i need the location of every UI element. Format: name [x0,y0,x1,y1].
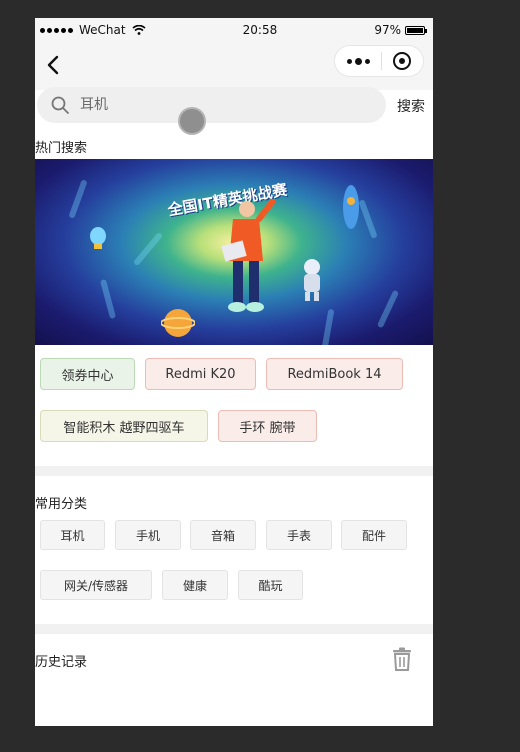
trash-icon[interactable] [392,647,412,671]
battery-indicator: 97% [374,23,427,37]
search-box[interactable] [37,87,386,123]
rocket-decoration [343,185,359,229]
status-left: WeChat [40,23,146,37]
category-item[interactable]: 手表 [266,520,332,550]
runner-illustration [221,199,275,312]
mini-program-capsule [334,45,424,77]
wifi-icon [132,25,146,35]
category-item[interactable]: 耳机 [40,520,105,550]
more-dots-icon[interactable] [347,57,370,65]
category-item[interactable]: 配件 [341,520,407,550]
search-input[interactable] [78,96,282,114]
search-row: 搜索 [35,87,433,123]
signal-dots-icon [40,27,73,33]
categories-title: 常用分类 [35,497,88,512]
promo-banner[interactable]: 全国IT精英挑战赛 [35,159,433,345]
status-time: 20:58 [242,23,278,37]
astronaut-decoration [304,259,320,301]
history-title: 历史记录 [35,655,88,670]
hot-tag[interactable]: 智能积木 越野四驱车 [40,410,208,442]
category-item[interactable]: 网关/传感器 [40,570,152,600]
section-divider [35,466,433,476]
hot-search-title: 热门搜索 [35,141,88,156]
touch-indicator [178,107,206,135]
battery-icon [404,25,427,35]
status-bar: WeChat 20:58 97% [35,18,433,42]
battery-percent: 97% [374,23,401,37]
navbar [35,42,433,90]
target-circle-icon[interactable] [393,52,411,70]
search-icon [51,96,69,114]
hot-tag[interactable]: Redmi K20 [145,358,256,390]
phone-screen: WeChat 20:58 97% 耳机 搜索 热门搜索 全国IT精英挑战赛 领券… [35,18,433,726]
category-item[interactable]: 手机 [115,520,181,550]
chevron-left-icon[interactable] [44,54,62,76]
hot-tag[interactable]: RedmiBook 14 [266,358,403,390]
capsule-divider [381,52,382,70]
planet-decoration [161,309,195,337]
hot-tag[interactable]: 领券中心 [40,358,135,390]
category-item[interactable]: 酷玩 [238,570,303,600]
search-button[interactable]: 搜索 [397,96,425,116]
category-item[interactable]: 健康 [162,570,228,600]
section-divider [35,624,433,634]
carrier-label: WeChat [79,23,126,37]
bulb-decoration [90,227,106,249]
category-item[interactable]: 音箱 [190,520,256,550]
hot-tag[interactable]: 手环 腕带 [218,410,317,442]
